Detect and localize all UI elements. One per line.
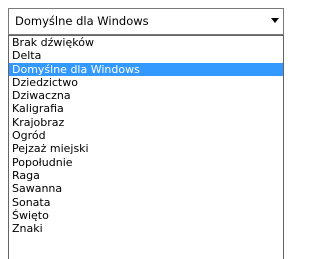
list-item[interactable]: Dziwaczna <box>9 89 283 102</box>
list-item[interactable]: Święto <box>9 209 283 222</box>
list-item[interactable]: Krajobraz <box>9 116 283 129</box>
dropdown-list[interactable]: Brak dźwięków Delta Domyślne dla Windows… <box>8 35 284 259</box>
list-item[interactable]: Popołudnie <box>9 156 283 169</box>
list-item[interactable]: Pejzaż miejski <box>9 142 283 155</box>
list-item[interactable]: Dziedzictwo <box>9 76 283 89</box>
list-item[interactable]: Raga <box>9 169 283 182</box>
list-item[interactable]: Ogród <box>9 129 283 142</box>
sound-scheme-combobox[interactable]: Domyślne dla Windows <box>8 8 284 35</box>
combobox-value: Domyślne dla Windows <box>15 14 149 28</box>
list-item[interactable]: Brak dźwięków <box>9 36 283 49</box>
list-item[interactable]: Sawanna <box>9 182 283 195</box>
list-item[interactable]: Znaki <box>9 222 283 235</box>
list-item[interactable]: Delta <box>9 49 283 62</box>
triangle-down-icon[interactable] <box>271 18 279 24</box>
list-item[interactable]: Kaligrafia <box>9 102 283 115</box>
list-item[interactable]: Sonata <box>9 196 283 209</box>
list-item-selected[interactable]: Domyślne dla Windows <box>9 62 283 76</box>
